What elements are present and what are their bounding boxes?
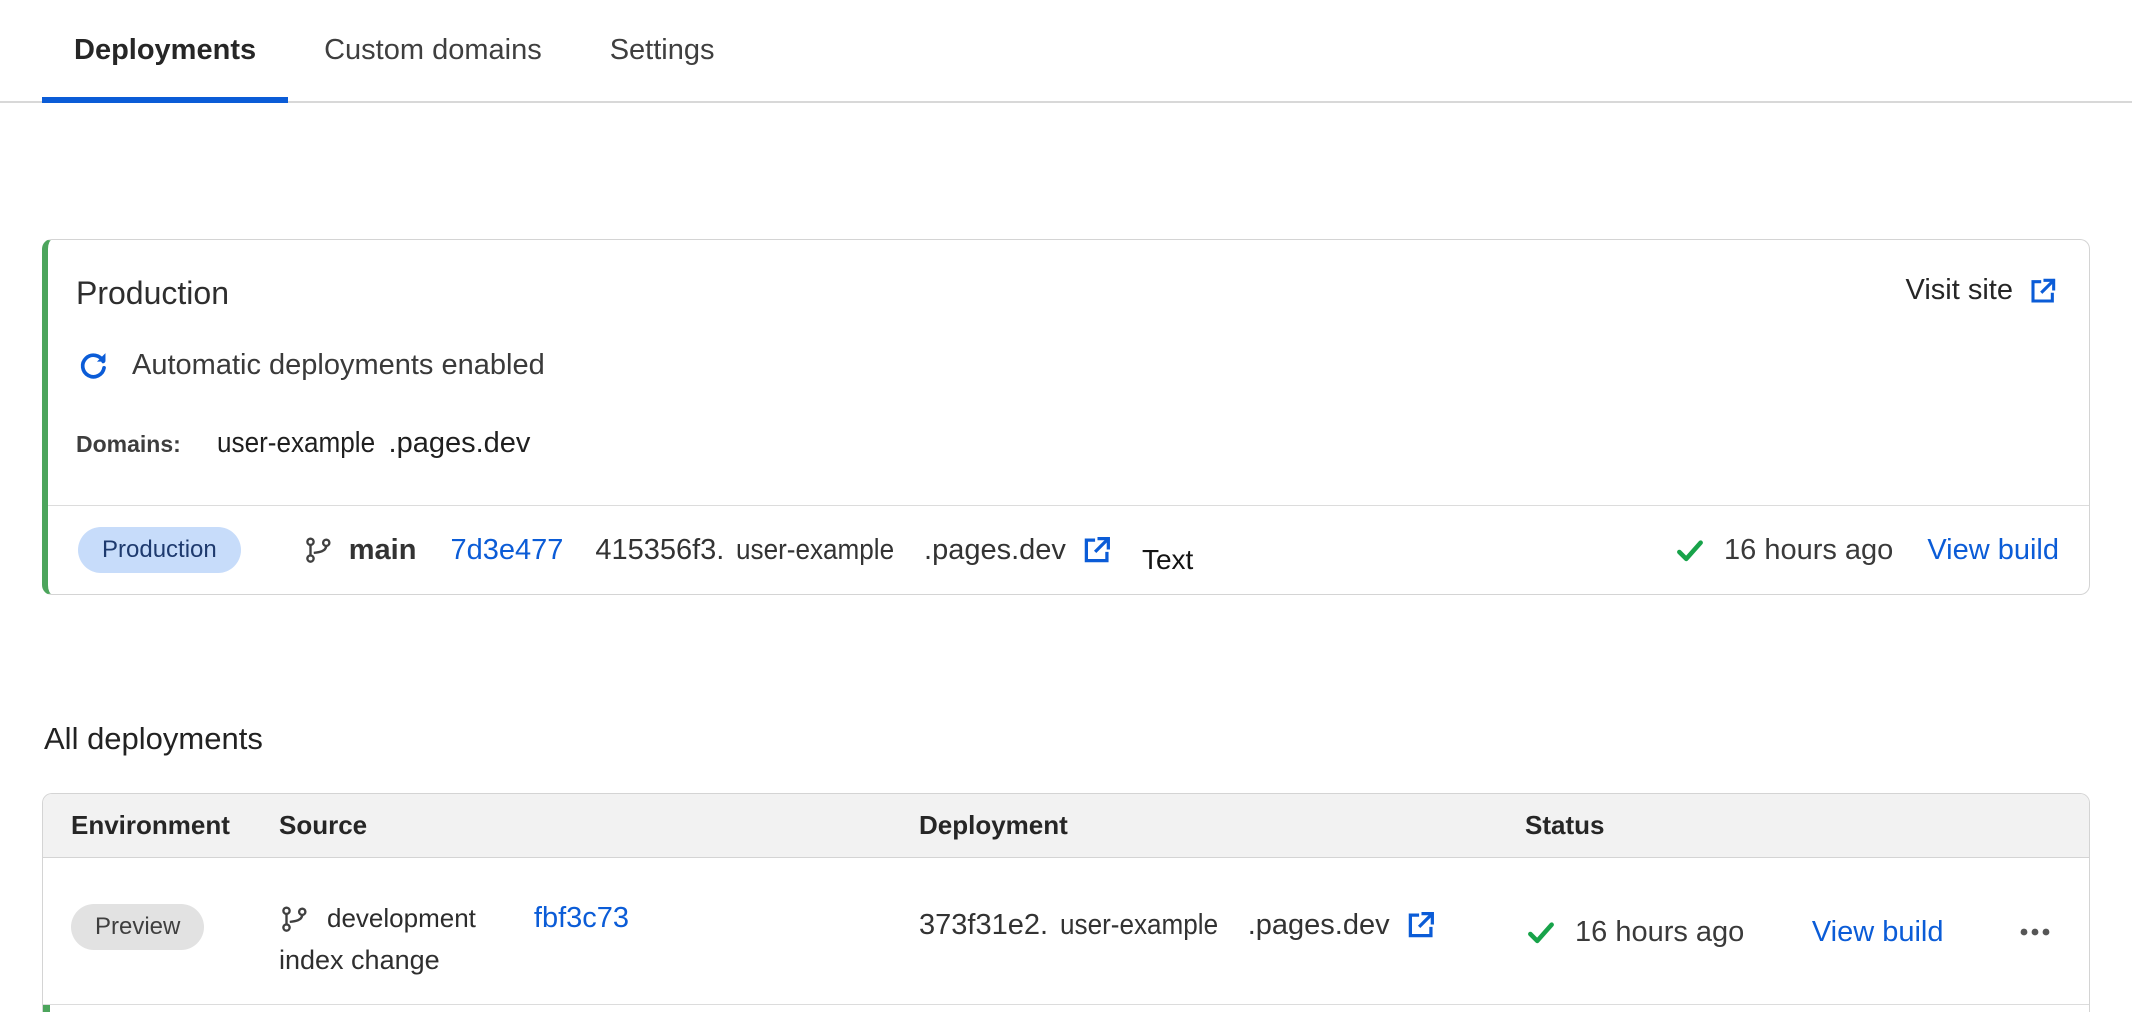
environment-badge-preview: Preview: [71, 904, 204, 950]
deployments-table: Environment Source Deployment Status Pre…: [42, 793, 2090, 1012]
production-card-title: Production: [76, 274, 229, 312]
visit-site-label: Visit site: [1906, 274, 2013, 307]
production-commit-link[interactable]: 7d3e477: [450, 534, 563, 567]
next-row-peek: [43, 1005, 2089, 1012]
production-deploy-time: 16 hours ago: [1724, 534, 1893, 567]
row-deployment-suffix: .pages.dev: [1248, 909, 1390, 942]
row-deploy-time: 16 hours ago: [1575, 916, 1744, 949]
tab-bar: Deployments Custom domains Settings: [0, 0, 2132, 103]
column-header-environment: Environment: [71, 810, 279, 841]
production-deployment-subdomain: 415356f3.: [595, 534, 724, 567]
git-branch-icon: [279, 904, 309, 934]
tab-custom-domains[interactable]: Custom domains: [292, 20, 574, 103]
production-view-build-link[interactable]: View build: [1927, 534, 2059, 567]
row-deployment-domain: user-example: [1060, 909, 1218, 942]
refresh-icon: [76, 348, 110, 382]
row-deployment-subdomain: 373f31e2.: [919, 909, 1048, 942]
check-icon: [1674, 534, 1706, 566]
external-link-icon: [2027, 275, 2059, 307]
git-branch-icon: [303, 535, 333, 565]
auto-deployments-text: Automatic deployments enabled: [132, 348, 545, 382]
environment-badge-production: Production: [78, 527, 241, 573]
production-deployment-domain: user-example: [736, 534, 894, 567]
column-header-deployment: Deployment: [919, 810, 1525, 841]
tab-deployments[interactable]: Deployments: [42, 20, 288, 103]
external-link-icon[interactable]: [1080, 533, 1114, 567]
check-icon: [1525, 916, 1557, 948]
row-branch-name: development: [327, 903, 476, 934]
visit-site-link[interactable]: Visit site: [1906, 274, 2059, 307]
all-deployments-heading: All deployments: [44, 721, 2132, 757]
row-commit-link[interactable]: fbf3c73: [534, 902, 629, 935]
row-commit-message: index change: [279, 945, 919, 976]
ellipsis-icon: [2017, 914, 2053, 950]
next-row-green-indicator: [43, 1005, 50, 1012]
external-link-icon[interactable]: [1404, 908, 1438, 942]
production-deployment-row: Production main 7d3e477 415356f3. user-e…: [48, 505, 2089, 594]
table-header-row: Environment Source Deployment Status: [43, 794, 2089, 858]
table-row: Preview development fbf3c73 index change…: [43, 858, 2089, 1005]
row-view-build-link[interactable]: View build: [1812, 916, 1944, 949]
production-branch-name: main: [349, 534, 417, 567]
column-header-status: Status: [1525, 810, 2059, 841]
production-card: Production Visit site Automatic deployme…: [42, 239, 2090, 595]
deployment-note-text: Text: [1142, 544, 1193, 576]
column-header-source: Source: [279, 810, 919, 841]
production-deployment-suffix: .pages.dev: [924, 534, 1066, 567]
domains-label: Domains:: [76, 427, 181, 461]
row-actions-menu-button[interactable]: [2011, 908, 2059, 956]
tab-settings[interactable]: Settings: [578, 20, 747, 103]
production-domain-suffix: .pages.dev: [389, 427, 531, 459]
production-domain-name: user-example: [217, 426, 375, 460]
